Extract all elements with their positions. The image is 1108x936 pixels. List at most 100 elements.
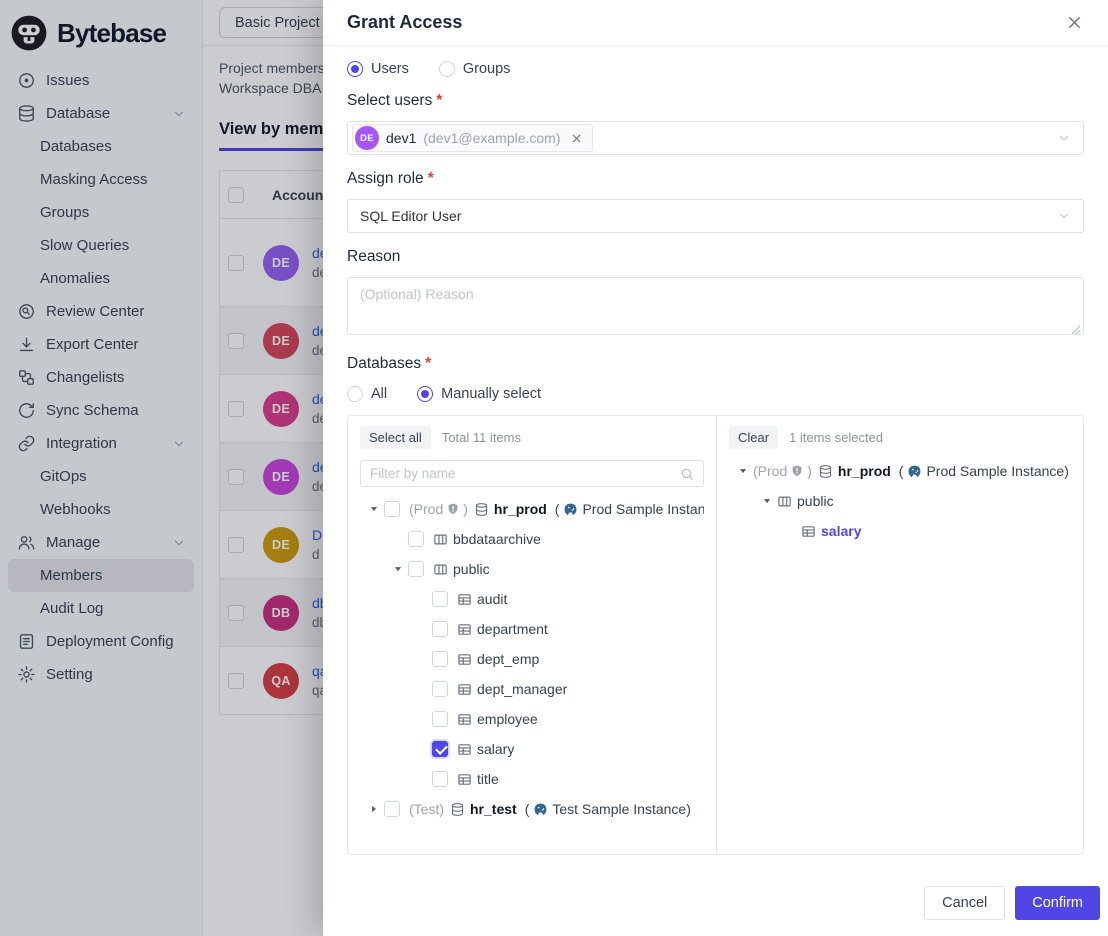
tree-node-checkbox[interactable] — [408, 531, 424, 547]
modal-header: Grant Access — [323, 0, 1108, 46]
close-icon[interactable] — [1065, 13, 1084, 32]
tree-node-employee[interactable]: employee — [360, 704, 704, 734]
tree-node-label: hr_prod — [838, 463, 891, 479]
tree-node-salary[interactable]: salary — [360, 734, 704, 764]
shield-icon — [446, 502, 460, 516]
radio-dot — [417, 386, 433, 402]
modal-body: Users Groups Select users* DE dev1 (dev1@… — [323, 46, 1108, 878]
reason-textarea[interactable] — [347, 277, 1084, 335]
databases-label: Databases* — [347, 355, 1084, 373]
tree-node-checkbox[interactable] — [432, 621, 448, 637]
environment-tag: (Prod) — [753, 463, 812, 479]
radio-dot — [347, 386, 363, 402]
caret-right-icon[interactable] — [364, 804, 384, 814]
tree-node-checkbox[interactable] — [408, 561, 424, 577]
confirm-button[interactable]: Confirm — [1015, 886, 1100, 920]
instance-tag: (Prod Sample Instance — [555, 501, 704, 517]
tree-node-checkbox[interactable] — [384, 501, 400, 517]
tree-node-checkbox[interactable] — [432, 711, 448, 727]
source-tree: (Prod) hr_prod (Prod Sample Instance bbdata… — [360, 494, 704, 824]
environment-tag: (Prod) — [409, 501, 468, 517]
chevron-down-icon — [1057, 209, 1071, 223]
assign-role-label: Assign role* — [347, 170, 1084, 188]
select-all-button[interactable]: Select all — [360, 426, 431, 449]
tree-node-department[interactable]: department — [360, 614, 704, 644]
databases-mode-radio-group: All Manually select — [347, 386, 1084, 402]
caret-down-icon[interactable] — [733, 466, 753, 476]
databases-mode-radio-label: Manually select — [441, 386, 541, 402]
principal-type-radio-label: Groups — [463, 61, 511, 77]
cancel-button[interactable]: Cancel — [924, 886, 1005, 920]
tree-node-label: salary — [477, 741, 514, 757]
database-icon — [474, 502, 489, 517]
table-icon — [801, 524, 816, 539]
tree-node-public[interactable]: public — [360, 554, 704, 584]
tree-node-checkbox[interactable] — [432, 591, 448, 607]
table-icon — [457, 682, 472, 697]
tree-node-dept_emp[interactable]: dept_emp — [360, 644, 704, 674]
tree-node-checkbox[interactable] — [432, 741, 448, 757]
radio-dot — [347, 61, 363, 77]
radio-users[interactable]: Users — [347, 61, 409, 77]
tree-node-checkbox[interactable] — [432, 651, 448, 667]
tree-node-checkbox[interactable] — [432, 681, 448, 697]
database-icon — [450, 802, 465, 817]
table-icon — [457, 712, 472, 727]
table-icon — [457, 742, 472, 757]
schema-icon — [433, 532, 448, 547]
tree-node-audit[interactable]: audit — [360, 584, 704, 614]
search-icon — [680, 467, 694, 481]
databases-mode-radio-label: All — [371, 386, 387, 402]
tree-node-dept_manager[interactable]: dept_manager — [360, 674, 704, 704]
chevron-down-icon — [1057, 131, 1071, 145]
tree-node-label: public — [797, 493, 834, 509]
grant-access-modal: Grant Access Users Groups Select users* D… — [323, 0, 1108, 936]
radio-manually-select[interactable]: Manually select — [417, 386, 541, 402]
instance-tag: (Test Sample Instance) — [525, 801, 691, 817]
principal-type-radio-label: Users — [371, 61, 409, 77]
tree-node-label: audit — [477, 591, 507, 607]
filter-input[interactable] — [370, 466, 674, 481]
caret-down-icon[interactable] — [388, 564, 408, 574]
select-users-input[interactable]: DE dev1 (dev1@example.com) — [347, 121, 1084, 155]
caret-down-icon[interactable] — [364, 504, 384, 514]
tree-node-label: dept_emp — [477, 651, 539, 667]
selected-user-chip: DE dev1 (dev1@example.com) — [352, 124, 593, 152]
tree-node-salary[interactable]: salary — [729, 516, 1071, 546]
required-asterisk: * — [425, 355, 431, 373]
selected-items-text: 1 items selected — [789, 430, 883, 445]
table-icon — [457, 592, 472, 607]
postgres-icon — [907, 464, 922, 479]
assign-role-select[interactable]: SQL Editor User — [347, 199, 1084, 233]
assign-role-value: SQL Editor User — [360, 208, 461, 224]
tree-node-hr_test[interactable]: (Test)hr_test(Test Sample Instance) — [360, 794, 704, 824]
modal-footer: Cancel Confirm — [323, 878, 1108, 936]
postgres-icon — [533, 802, 548, 817]
tree-node-checkbox[interactable] — [384, 801, 400, 817]
tree-node-label: hr_prod — [494, 501, 547, 517]
avatar: DE — [355, 126, 379, 150]
tree-node-bbdataarchive[interactable]: bbdataarchive — [360, 524, 704, 554]
tree-node-public[interactable]: public — [729, 486, 1071, 516]
tree-node-hr_prod[interactable]: (Prod)hr_prod(Prod Sample Instance) — [729, 456, 1071, 486]
required-asterisk: * — [436, 92, 442, 110]
modal-title: Grant Access — [347, 12, 462, 33]
remove-icon[interactable] — [570, 132, 583, 145]
filter-box — [360, 460, 704, 487]
schema-icon — [433, 562, 448, 577]
tree-node-label: title — [477, 771, 499, 787]
tree-node-hr_prod[interactable]: (Prod) hr_prod (Prod Sample Instance — [360, 494, 704, 524]
picker-source-pane: Select all Total 11 items (Prod)hr_prod(… — [348, 416, 717, 854]
schema-icon — [777, 494, 792, 509]
caret-down-icon[interactable] — [757, 496, 777, 506]
principal-type-radio-group: Users Groups — [347, 61, 1084, 77]
database-picker-panel: Select all Total 11 items (Prod)hr_prod(… — [347, 415, 1084, 855]
tree-node-label: department — [477, 621, 548, 637]
radio-groups[interactable]: Groups — [439, 61, 511, 77]
tree-node-title[interactable]: title — [360, 764, 704, 794]
select-users-label: Select users* — [347, 92, 1084, 110]
clear-button[interactable]: Clear — [729, 426, 778, 449]
tree-node-checkbox[interactable] — [432, 771, 448, 787]
radio-all[interactable]: All — [347, 386, 387, 402]
picker-selected-pane: Clear 1 items selected (Prod)hr_prod(Pro… — [717, 416, 1083, 854]
